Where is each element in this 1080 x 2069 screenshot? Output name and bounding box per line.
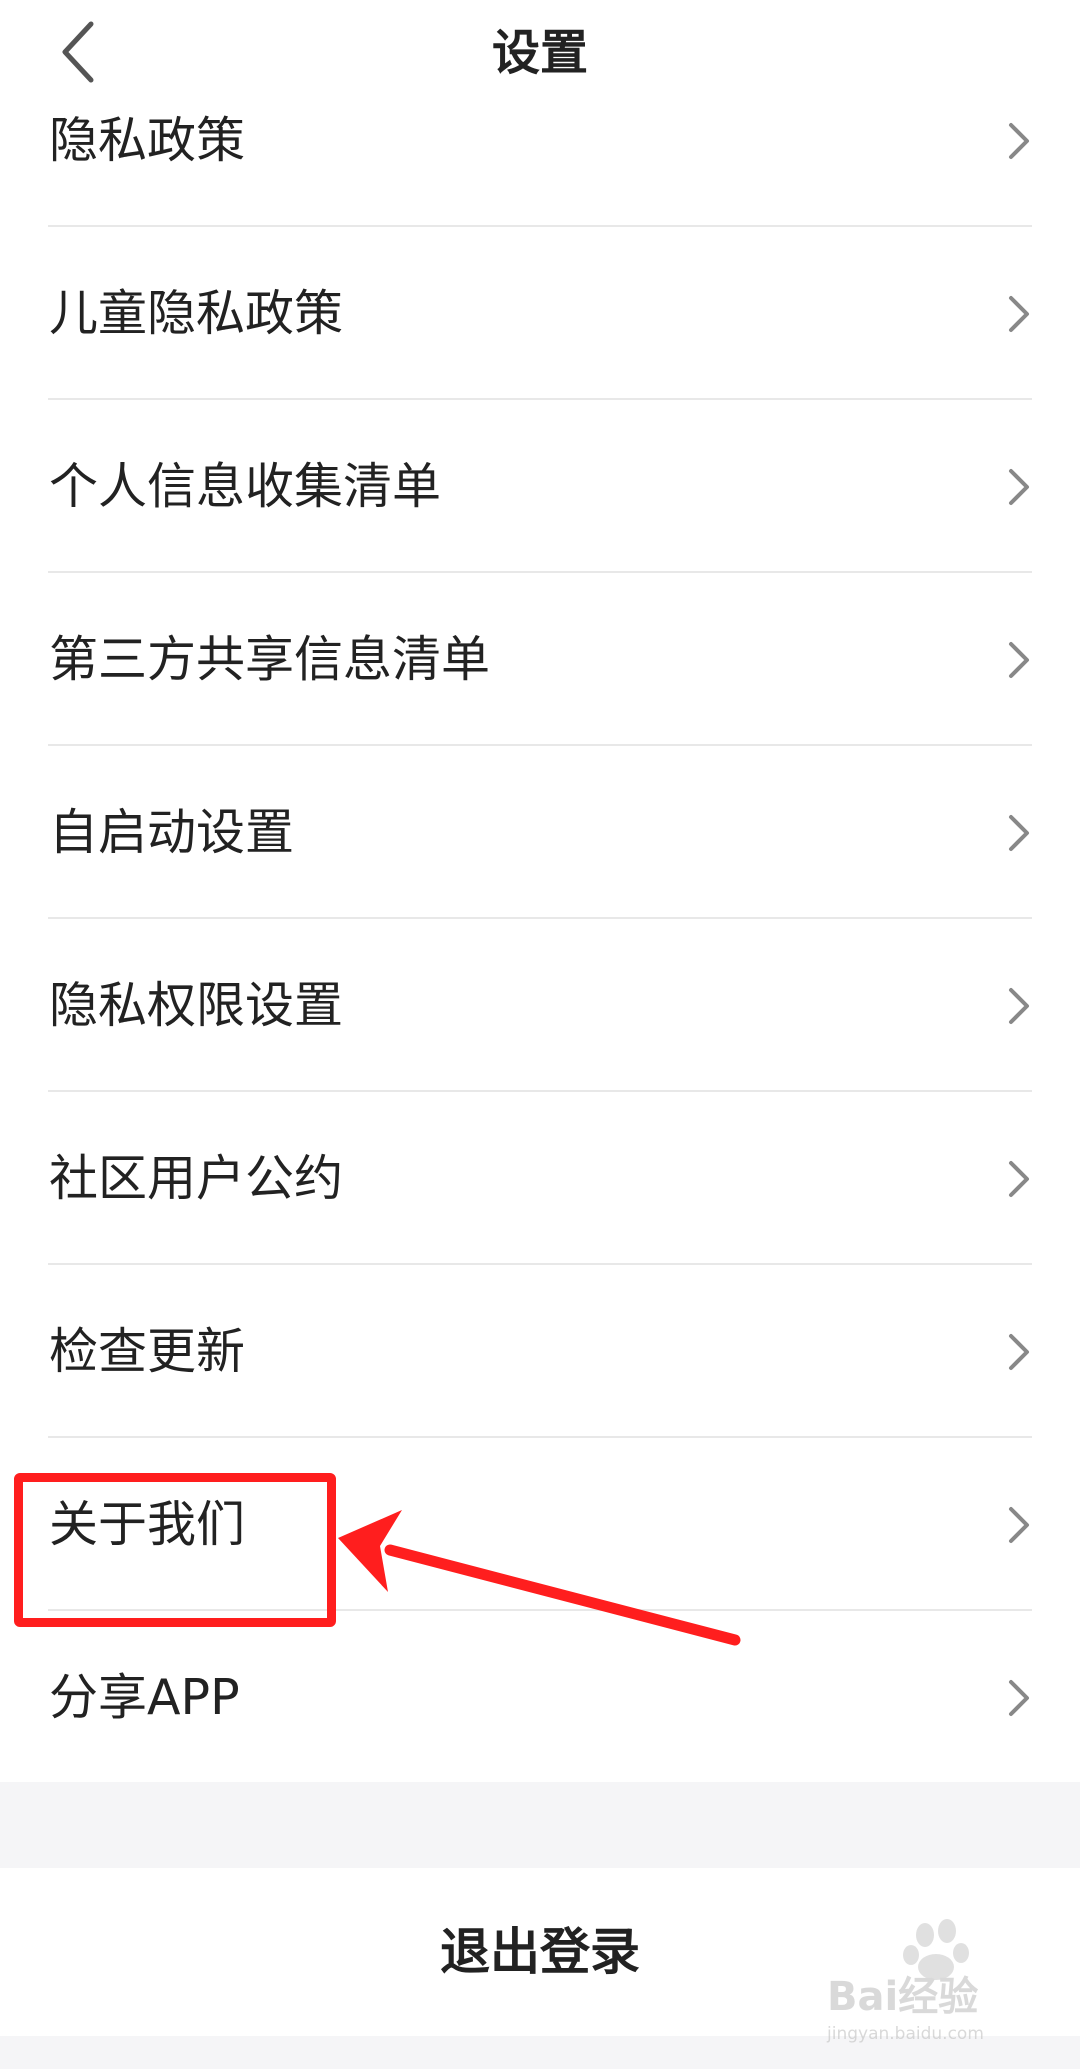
list-item-label: 检查更新 bbox=[49, 1323, 246, 1380]
svg-text:Bai经验: Bai经验 bbox=[827, 1974, 978, 2020]
list-item-personal-info-list[interactable]: 个人信息收集清单 bbox=[0, 400, 1080, 573]
list-item-child-privacy-policy[interactable]: 儿童隐私政策 bbox=[0, 227, 1080, 400]
list-item-auto-start[interactable]: 自启动设置 bbox=[0, 746, 1080, 919]
chevron-right-icon bbox=[1009, 815, 1029, 851]
arrow-annotation-icon bbox=[338, 1510, 741, 1646]
chevron-right-icon bbox=[1009, 296, 1029, 332]
chevron-right-icon bbox=[1009, 123, 1029, 159]
list-item-third-party-sharing[interactable]: 第三方共享信息清单 bbox=[0, 573, 1080, 746]
page-title: 设置 bbox=[491, 25, 588, 81]
nav-header: 设置 bbox=[0, 0, 1080, 105]
chevron-right-icon bbox=[1009, 1507, 1029, 1543]
list-item-check-update[interactable]: 检查更新 bbox=[0, 1265, 1080, 1438]
list-item-privacy-permissions[interactable]: 隐私权限设置 bbox=[0, 919, 1080, 1092]
chevron-right-icon bbox=[1009, 642, 1029, 678]
list-item-label: 第三方共享信息清单 bbox=[49, 631, 491, 688]
chevron-right-icon bbox=[1009, 469, 1029, 505]
svg-text:jingyan.baidu.com: jingyan.baidu.com bbox=[826, 2024, 984, 2044]
chevron-right-icon bbox=[1009, 1161, 1029, 1197]
list-item-label: 个人信息收集清单 bbox=[49, 458, 442, 515]
list-item-label: 社区用户公约 bbox=[49, 1150, 344, 1207]
chevron-right-icon bbox=[1009, 988, 1029, 1024]
chevron-right-icon bbox=[1009, 1680, 1029, 1716]
list-item-community-rules[interactable]: 社区用户公约 bbox=[0, 1092, 1080, 1265]
list-item-label: 隐私权限设置 bbox=[49, 977, 344, 1034]
list-item-label: 儿童隐私政策 bbox=[49, 285, 344, 342]
chevron-right-icon bbox=[1009, 1334, 1029, 1370]
list-item-label: 自启动设置 bbox=[49, 804, 295, 861]
section-gap bbox=[0, 1782, 1080, 1868]
baidu-watermark-logo: Bai经验 jingyan.baidu.com bbox=[826, 1919, 984, 2044]
list-item-label: 分享APP bbox=[49, 1669, 240, 1726]
highlight-box bbox=[14, 1473, 336, 1627]
